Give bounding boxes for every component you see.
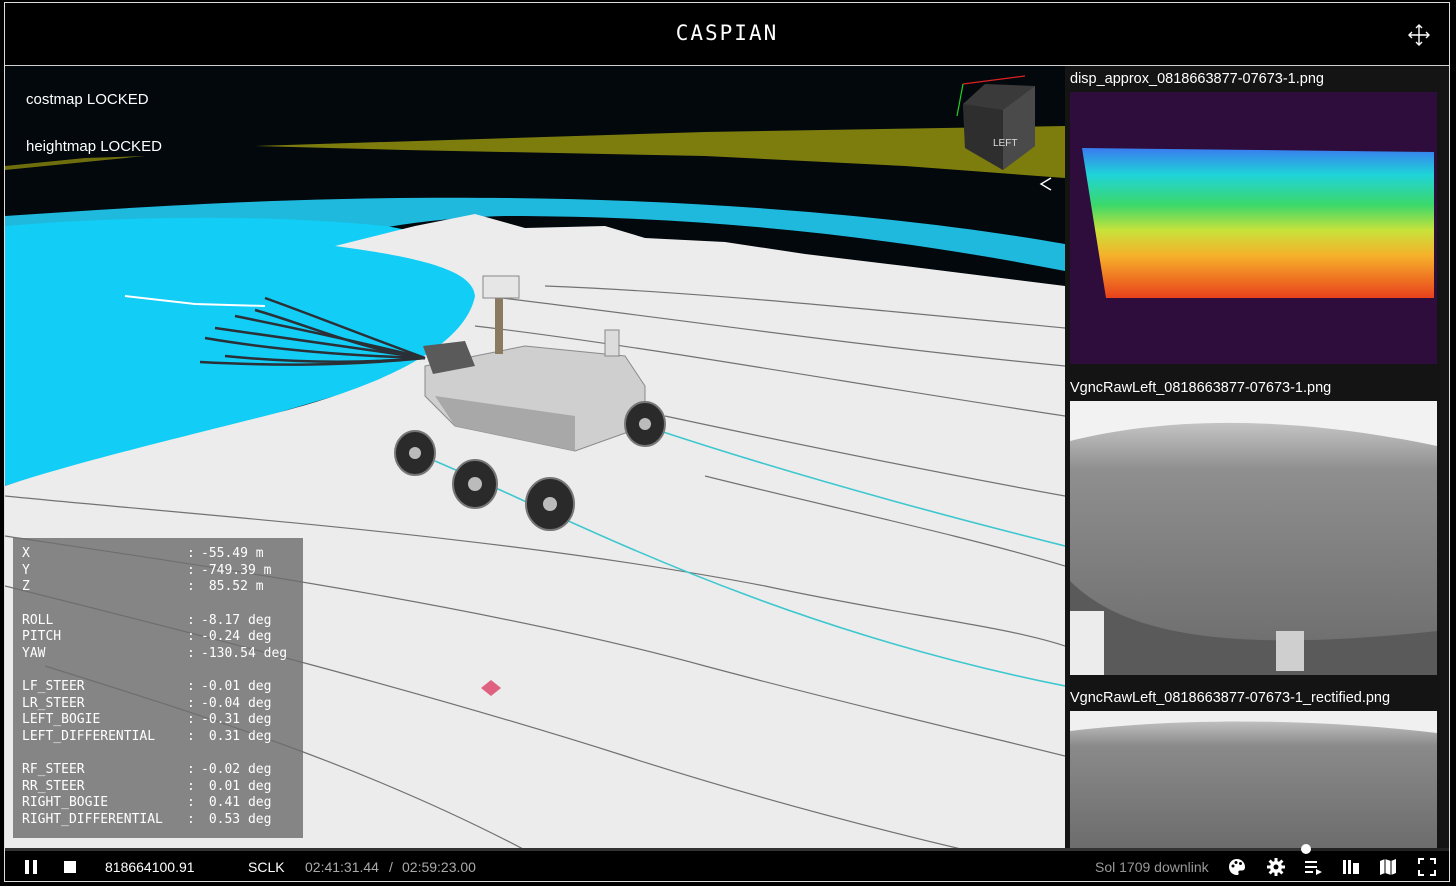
telemetry-row: RIGHT_DIFFERENTIAL: 0.53 deg [22,812,271,828]
telemetry-row: RR_STEER: 0.01 deg [22,779,271,795]
telemetry-row: LF_STEER: -0.01 deg [22,679,271,695]
telemetry-separator: : [187,728,195,744]
pause-icon[interactable] [21,857,41,877]
raw-left-image-title: VgncRawLeft_0818663877-07673-1.png [1070,380,1332,396]
raw-left-image[interactable] [1070,401,1437,675]
telemetry-separator: : [187,562,195,578]
telemetry-key: RF_STEER [22,762,85,777]
telemetry-key: PITCH [22,629,62,644]
current-time: 02:41:31.44 [305,859,379,875]
fullscreen-icon[interactable] [1417,857,1437,877]
telemetry-row: LEFT_BOGIE: -0.31 deg [22,712,271,728]
view-cube-face-label: LEFT [993,138,1017,149]
heightmap-band-left [5,156,145,170]
downlink-label[interactable]: Sol 1709 downlink [1095,859,1209,875]
telemetry-row: LEFT_DIFFERENTIAL: 0.31 deg [22,729,271,745]
telemetry-separator: : [187,712,195,727]
telemetry-key: RR_STEER [22,778,85,794]
time-separator: / [389,859,393,875]
disparity-image-title: disp_approx_0818663877-07673-1.png [1070,71,1324,87]
heightmap-lock-label[interactable]: heightmap LOCKED [26,138,162,155]
telemetry-separator: : [187,795,195,810]
app-window: CASPIAN LEFT costmap LOCKED heightmap LO… [4,2,1450,882]
map-icon[interactable] [1378,857,1398,877]
telemetry-separator: : [187,629,195,644]
telemetry-row: X: -55.49 m [22,546,264,562]
telemetry-separator: : [187,778,195,794]
playback-progress-fill [5,848,1307,851]
playback-bar: 818664100.91 SCLK 02:41:31.44 / 02:59:23… [5,850,1449,881]
telemetry-key: Y [22,562,30,578]
back-arrow-icon [1039,177,1052,191]
telemetry-separator: : [187,645,195,661]
telemetry-panel: X: -55.49 m Y: -749.39 mZ: 85.52 m ROLL: -8.1… [13,538,303,838]
telemetry-key: LEFT_BOGIE [22,712,101,727]
telemetry-separator: : [187,811,195,827]
telemetry-value: -130.54 deg [201,645,288,661]
telemetry-row: Y: -749.39 m [22,563,271,579]
telemetry-value: -0.02 deg [201,762,272,777]
telemetry-value: 0.41 deg [201,795,272,810]
telemetry-separator: : [187,579,195,594]
telemetry-key: RIGHT_BOGIE [22,795,109,810]
telemetry-key: RIGHT_DIFFERENTIAL [22,811,163,827]
telemetry-row: RIGHT_BOGIE: 0.41 deg [22,795,271,811]
telemetry-value: 0.31 deg [201,728,272,744]
disparity-image[interactable] [1070,92,1437,364]
app-title: CASPIAN [675,21,779,45]
telemetry-separator: : [187,762,195,777]
library-icon[interactable] [1341,857,1361,877]
gear-icon[interactable] [1266,857,1286,877]
playlist-icon[interactable] [1303,857,1323,877]
telemetry-value: -0.04 deg [201,695,272,711]
playback-progress-track[interactable] [5,844,1449,854]
telemetry-value: 0.53 deg [201,811,272,827]
sclk-label[interactable]: SCLK [248,859,285,875]
telemetry-key: ROLL [22,612,54,628]
telemetry-value: -0.24 deg [201,629,272,644]
telemetry-key: LF_STEER [22,679,85,694]
total-time: 02:59:23.00 [402,859,476,875]
3d-viewport[interactable]: LEFT costmap LOCKED heightmap LOCKED X:-… [5,66,1065,850]
telemetry-key: LEFT_DIFFERENTIAL [22,728,156,744]
telemetry-row: ROLL: -8.17 deg [22,613,271,629]
title-bar: CASPIAN [5,3,1449,66]
telemetry-value: -0.31 deg [201,712,272,727]
telemetry-row: RF_STEER: -0.02 deg [22,762,271,778]
telemetry-row: YAW: -130.54 deg [22,646,287,662]
stop-icon[interactable] [60,857,80,877]
telemetry-key: Z [22,579,30,594]
rectified-image[interactable] [1070,711,1437,850]
heightmap-band [255,126,1065,178]
costmap-lock-label[interactable]: costmap LOCKED [26,91,149,108]
telemetry-separator: : [187,679,195,694]
telemetry-value: -749.39 m [201,562,272,578]
telemetry-value: -0.01 deg [201,679,272,694]
telemetry-key: LR_STEER [22,695,85,711]
image-sidebar: disp_approx_0818663877-07673-1.png VgncR… [1065,66,1449,850]
rectified-image-title: VgncRawLeft_0818663877-07673-1_rectified… [1070,690,1391,706]
move-icon[interactable] [1407,23,1431,47]
telemetry-key: YAW [22,645,46,661]
telemetry-row: Z: 85.52 m [22,579,264,595]
telemetry-key: X [22,546,30,561]
telemetry-separator: : [187,695,195,711]
telemetry-value: -8.17 deg [201,612,272,628]
telemetry-row: PITCH: -0.24 deg [22,629,271,645]
telemetry-separator: : [187,612,195,628]
telemetry-value: -55.49 m [201,546,264,561]
palette-icon[interactable] [1227,857,1247,877]
telemetry-value: 0.01 deg [201,778,272,794]
telemetry-separator: : [187,546,195,561]
telemetry-value: 85.52 m [201,579,264,594]
telemetry-row: LR_STEER: -0.04 deg [22,696,271,712]
sclk-value: 818664100.91 [105,859,195,875]
